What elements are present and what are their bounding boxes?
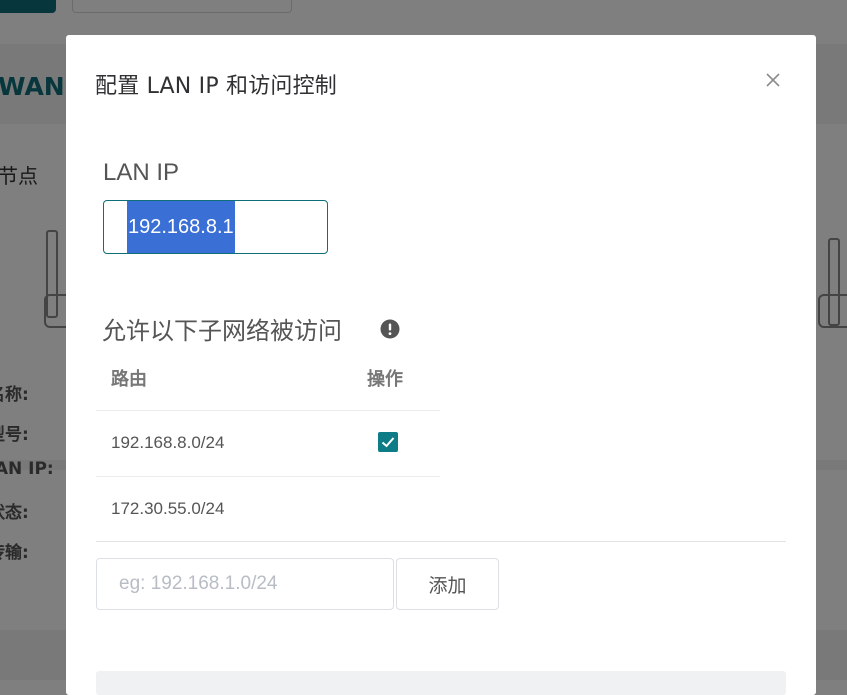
allow-checkbox[interactable] (378, 432, 398, 452)
lan-ip-input[interactable]: 192.168.8.1 (103, 200, 328, 254)
table-row: 172.30.55.0/24 (96, 476, 440, 543)
lan-ip-value[interactable]: 192.168.8.1 (127, 201, 235, 253)
column-header-route: 路由 (111, 369, 147, 390)
close-icon[interactable] (762, 69, 784, 91)
lan-ip-label: LAN IP (103, 159, 180, 186)
table-row: 192.168.8.0/24 (96, 410, 440, 477)
route-cell: 192.168.8.0/24 (111, 433, 225, 452)
dialog-title: 配置 LAN IP 和访问控制 (95, 74, 338, 99)
lan-ip-config-dialog: 配置 LAN IP 和访问控制 LAN IP 192.168.8.1 允许以下子… (66, 35, 816, 695)
info-circle-icon[interactable] (380, 319, 400, 339)
route-cell: 172.30.55.0/24 (111, 499, 225, 518)
divider (96, 541, 786, 542)
subnet-input[interactable] (96, 558, 394, 610)
add-button[interactable]: 添加 (396, 558, 499, 610)
dialog-footer (96, 671, 786, 695)
column-header-action: 操作 (367, 369, 403, 390)
allowed-subnets-heading: 允许以下子网络被访问 (102, 317, 342, 345)
